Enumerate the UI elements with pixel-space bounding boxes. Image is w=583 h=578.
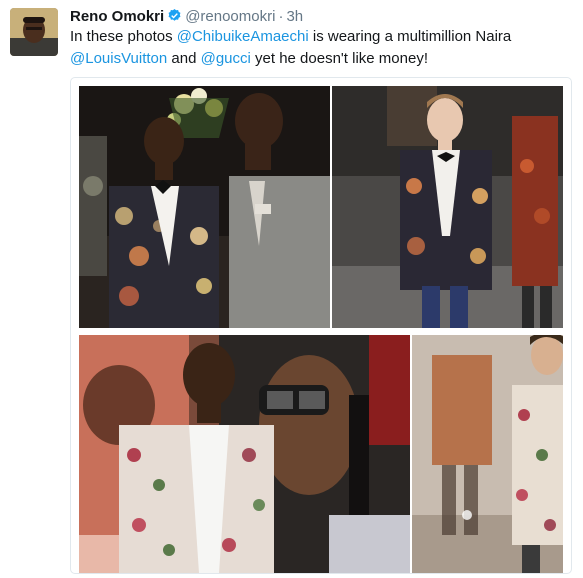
verified-badge-icon	[167, 8, 182, 28]
photo-runway-model-2[interactable]	[412, 335, 563, 573]
text-segment: and	[167, 50, 201, 67]
media-grid	[70, 77, 572, 574]
text-segment: is wearing a multimillion Naira	[308, 28, 512, 45]
photo-runway-model-1[interactable]	[332, 86, 563, 328]
text-segment: In these photos	[70, 28, 177, 45]
photo-event-floral-tuxedo[interactable]	[79, 86, 330, 328]
separator-dot: ·	[278, 8, 284, 25]
text-segment: yet he doesn't like money!	[250, 50, 428, 67]
mention-chibuikeamaechi[interactable]: @ChibuikeAmaechi	[177, 28, 309, 45]
tweet-timestamp[interactable]: 3h	[286, 8, 303, 25]
mention-louisvuitton[interactable]: @LouisVuitton	[70, 50, 167, 67]
mention-gucci[interactable]: @gucci	[201, 50, 251, 67]
tweet-header: Reno Omokri @renoomokri · 3h	[70, 7, 303, 28]
tweet-text: In these photos @ChibuikeAmaechi is wear…	[70, 26, 540, 70]
author-name[interactable]: Reno Omokri	[70, 8, 164, 25]
author-avatar[interactable]	[10, 8, 58, 56]
author-handle[interactable]: @renoomokri	[185, 8, 275, 25]
photo-event-floral-blazer[interactable]	[79, 335, 410, 573]
